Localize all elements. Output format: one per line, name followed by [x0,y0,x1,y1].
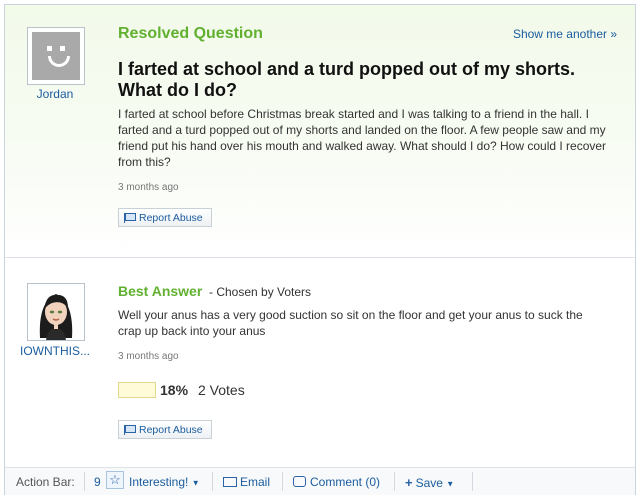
envelope-icon [223,476,237,487]
comment-label: Comment (0) [310,475,381,489]
action-bar-separator [472,472,473,491]
answer-timestamp: 3 months ago [118,351,179,362]
user-avatar-image [28,284,84,340]
answer-avatar[interactable] [27,283,85,341]
question-section: Jordan Resolved Question Show me another… [5,5,635,257]
star-icon[interactable]: ☆ [106,471,124,489]
action-bar-separator [394,472,395,491]
email-label: Email [240,475,271,489]
save-button[interactable]: + Save ▼ [405,475,454,490]
email-button[interactable]: Email [223,475,270,489]
question-report-abuse-button[interactable]: Report Abuse [118,208,212,227]
plus-icon: + [405,475,413,490]
question-user-name[interactable]: Jordan [5,87,105,101]
question-avatar[interactable] [27,27,85,85]
qa-panel: Jordan Resolved Question Show me another… [4,4,636,495]
chosen-by-label: - Chosen by Voters [209,285,312,299]
save-label: Save [415,476,443,490]
resolved-question-heading: Resolved Question [118,25,263,42]
action-bar-label: Action Bar: [16,475,75,489]
question-body: I farted at school before Christmas brea… [118,107,607,169]
action-bar: Action Bar: 9 ☆ Interesting! ▼ Email Com… [5,467,635,495]
chevron-down-icon: ▼ [191,478,200,488]
section-divider [5,257,635,258]
chevron-down-icon: ▼ [446,479,455,489]
best-answer-heading: Best Answer [118,283,203,299]
comment-button[interactable]: Comment (0) [293,475,380,489]
vote-count: 2 Votes [198,382,245,398]
answer-user-name[interactable]: IOWNTHIS... [5,344,105,358]
comment-bubble-icon [293,476,306,488]
flag-icon [124,425,136,435]
action-bar-separator [282,472,283,491]
vote-percentage: 18% [160,382,189,398]
answer-body: Well your anus has a very good suction s… [118,308,583,338]
flag-icon [124,213,136,223]
report-abuse-label: Report Abuse [139,424,203,436]
report-abuse-label: Report Abuse [139,212,203,224]
interesting-label: Interesting! [129,475,189,489]
action-bar-separator [84,472,85,491]
show-another-link[interactable]: Show me another » [513,27,617,41]
interesting-button[interactable]: Interesting! ▼ [129,475,200,489]
question-title: I farted at school and a turd popped out… [118,59,576,100]
action-bar-separator [212,472,213,491]
answer-report-abuse-button[interactable]: Report Abuse [118,420,212,439]
vote-percentage-bar [118,382,156,398]
interesting-count: 9 [94,475,101,489]
question-timestamp: 3 months ago [118,182,179,193]
smiley-avatar-icon [32,32,80,80]
